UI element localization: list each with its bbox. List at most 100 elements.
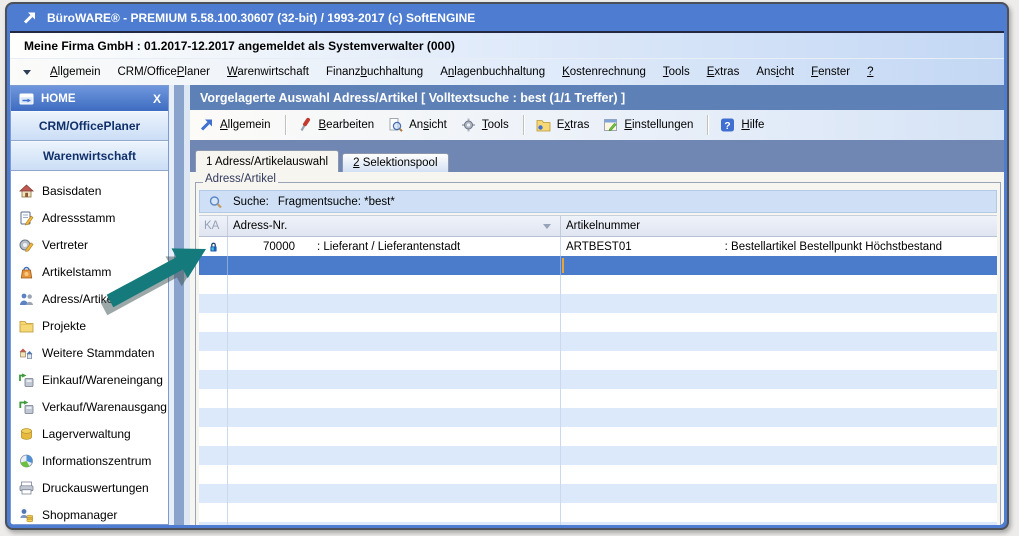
empty-cell xyxy=(199,446,228,465)
panel-toolbar: Allgemein Bearbeiten xyxy=(190,110,1004,140)
application-window: BüroWARE® - PREMIUM 5.58.100.30607 (32-b… xyxy=(5,2,1009,530)
notepad-pencil-icon xyxy=(18,210,35,226)
table-row-empty[interactable] xyxy=(199,408,997,427)
empty-cell xyxy=(561,351,997,370)
toolbar-extras-label: Extras xyxy=(557,119,590,131)
toolbar-hilfe-label: Hilfe xyxy=(741,119,764,131)
sidebar-item-informationszentrum[interactable]: Informationszentrum xyxy=(11,447,168,474)
sidebar-item-basisdaten[interactable]: Basisdaten xyxy=(11,177,168,204)
table-row-empty[interactable] xyxy=(199,484,997,503)
column-header-artikelnummer[interactable]: Artikelnummer xyxy=(561,216,997,236)
menu-item-warenwirtschaft[interactable]: Warenwirtschaft xyxy=(227,66,309,78)
table-row-empty[interactable] xyxy=(199,465,997,484)
sidebar-item-einkauf-wareneingang[interactable]: Einkauf/Wareneingang xyxy=(11,366,168,393)
empty-cell xyxy=(228,446,561,465)
table-row-empty[interactable] xyxy=(199,389,997,408)
artikelnummer-value: ARTBEST01 xyxy=(566,241,632,253)
sidebar-item-adress-artikel[interactable]: Adress/Artikel xyxy=(11,285,168,312)
toolbar-ansicht-label: Ansicht xyxy=(409,119,447,131)
tab-selektionspool[interactable]: 2 Selektionspool xyxy=(342,153,448,172)
menu-chevron-down-icon[interactable] xyxy=(23,70,31,75)
menu-item-allgemein[interactable]: Allgemein xyxy=(50,66,101,78)
table-row-empty[interactable] xyxy=(199,275,997,294)
sidebar-splitter[interactable] xyxy=(169,85,190,525)
sidebar-item-projekte[interactable]: Projekte xyxy=(11,312,168,339)
menu-item-extras[interactable]: Extras xyxy=(707,66,740,78)
result-ka-cell xyxy=(199,237,228,256)
toolbar-extras-button[interactable]: Extras xyxy=(535,117,590,133)
empty-cell xyxy=(561,294,997,313)
adress-nr-value: 70000 xyxy=(233,241,295,253)
adress-text-value: : Lieferant / Lieferantenstadt xyxy=(317,241,460,253)
folder-icon xyxy=(18,318,35,334)
table-row-empty[interactable] xyxy=(199,522,997,525)
empty-cell xyxy=(561,465,997,484)
sidebar-item-vertreter[interactable]: Vertreter xyxy=(11,231,168,258)
table-row-empty[interactable] xyxy=(199,370,997,389)
menu-item-finanzbuchhaltung[interactable]: Finanzbuchhaltung xyxy=(326,66,423,78)
sidebar-item-artikelstamm[interactable]: Artikelstamm xyxy=(11,258,168,285)
tab-adress-artikelauswahl[interactable]: 1 Adress/Artikelauswahl xyxy=(195,150,339,172)
menu-item-ansicht[interactable]: Ansicht xyxy=(756,66,794,78)
search-label: Suche: xyxy=(233,196,269,208)
tab-label: 1 Adress/Artikelauswahl xyxy=(206,156,328,168)
toolbar-separator xyxy=(285,115,286,135)
search-bar[interactable]: Suche: Fragmentsuche: *best* xyxy=(199,190,997,213)
house-icon xyxy=(18,183,35,199)
sidebar-item-weitere-stammdaten[interactable]: Weitere Stammdaten xyxy=(11,339,168,366)
sidebar-title: HOME xyxy=(41,93,76,105)
sidebar-item-label: Projekte xyxy=(42,319,86,333)
table-row-result[interactable]: 70000 : Lieferant / Lieferantenstadt ART… xyxy=(199,237,997,256)
table-row-empty[interactable] xyxy=(199,351,997,370)
column-header-adress-nr[interactable]: Adress-Nr. xyxy=(228,216,561,236)
panel-title-text: Vorgelagerte Auswahl Adress/Artikel [ Vo… xyxy=(200,91,625,105)
sidebar-item-adressstamm[interactable]: Adressstamm xyxy=(11,204,168,231)
sidebar-item-lagerverwaltung[interactable]: Lagerverwaltung xyxy=(11,420,168,447)
table-row-empty[interactable] xyxy=(199,332,997,351)
agent-pencil-icon xyxy=(18,237,35,253)
settings-window-icon xyxy=(602,117,619,133)
magnifier-document-icon xyxy=(387,117,404,133)
menu-item-anlagenbuchhaltung[interactable]: Anlagenbuchhaltung xyxy=(440,66,545,78)
table-body: 70000 : Lieferant / Lieferantenstadt ART… xyxy=(199,237,997,525)
column-header-ka[interactable]: KA xyxy=(199,216,228,236)
empty-cell xyxy=(228,294,561,313)
help-icon: ? xyxy=(719,117,736,133)
menu-item-fenster[interactable]: Fenster xyxy=(811,66,850,78)
sidebar-nav-warenwirtschaft[interactable]: Warenwirtschaft xyxy=(11,141,168,171)
table-row-empty[interactable] xyxy=(199,313,997,332)
table-row-selected[interactable] xyxy=(199,256,997,275)
houses-icon xyxy=(18,345,35,361)
toolbar-allgemein-button[interactable]: Allgemein xyxy=(198,117,271,133)
menu-item-tools[interactable]: Tools xyxy=(663,66,690,78)
table-row-empty[interactable] xyxy=(199,446,997,465)
empty-cell xyxy=(228,465,561,484)
sidebar-item-label: Adress/Artikel xyxy=(42,292,116,306)
table-row-empty[interactable] xyxy=(199,427,997,446)
sidebar-item-druckauswertungen[interactable]: Druckauswertungen xyxy=(11,474,168,501)
toolbar-einstellungen-button[interactable]: Einstellungen xyxy=(602,117,693,133)
panel-title: Vorgelagerte Auswahl Adress/Artikel [ Vo… xyxy=(190,85,1004,110)
toolbar-bearbeiten-button[interactable]: Bearbeiten xyxy=(297,117,375,133)
sidebar-item-verkauf-warenausgang[interactable]: Verkauf/Warenausgang xyxy=(11,393,168,420)
empty-cell xyxy=(199,351,228,370)
table-row-empty[interactable] xyxy=(199,294,997,313)
column-header-label: Adress-Nr. xyxy=(233,220,287,232)
empty-cell xyxy=(199,427,228,446)
empty-cell xyxy=(199,484,228,503)
sidebar-header: HOME X xyxy=(11,86,168,111)
toolbar-tools-label: Tools xyxy=(482,119,509,131)
table-row-empty[interactable] xyxy=(199,503,997,522)
menu-item-kostenrechnung[interactable]: Kostenrechnung xyxy=(562,66,646,78)
menu-item-hilfe-fragezeichen[interactable]: ? xyxy=(867,66,873,78)
sidebar-item-label: Weitere Stammdaten xyxy=(42,346,155,360)
sidebar-close-icon[interactable]: X xyxy=(153,92,161,106)
sidebar-nav-crm-officeplaner[interactable]: CRM/OfficePlaner xyxy=(11,111,168,141)
toolbar-ansicht-button[interactable]: Ansicht xyxy=(387,117,447,133)
toolbar-tools-button[interactable]: Tools xyxy=(460,117,509,133)
toolbar-hilfe-button[interactable]: ? Hilfe xyxy=(719,117,764,133)
empty-cell xyxy=(228,370,561,389)
sidebar-item-shopmanager[interactable]: Shopmanager xyxy=(11,501,168,524)
menu-item-crm-officeplaner[interactable]: CRM/OfficePlaner xyxy=(118,66,210,78)
groupbox-label: Adress/Artikel xyxy=(203,173,278,185)
